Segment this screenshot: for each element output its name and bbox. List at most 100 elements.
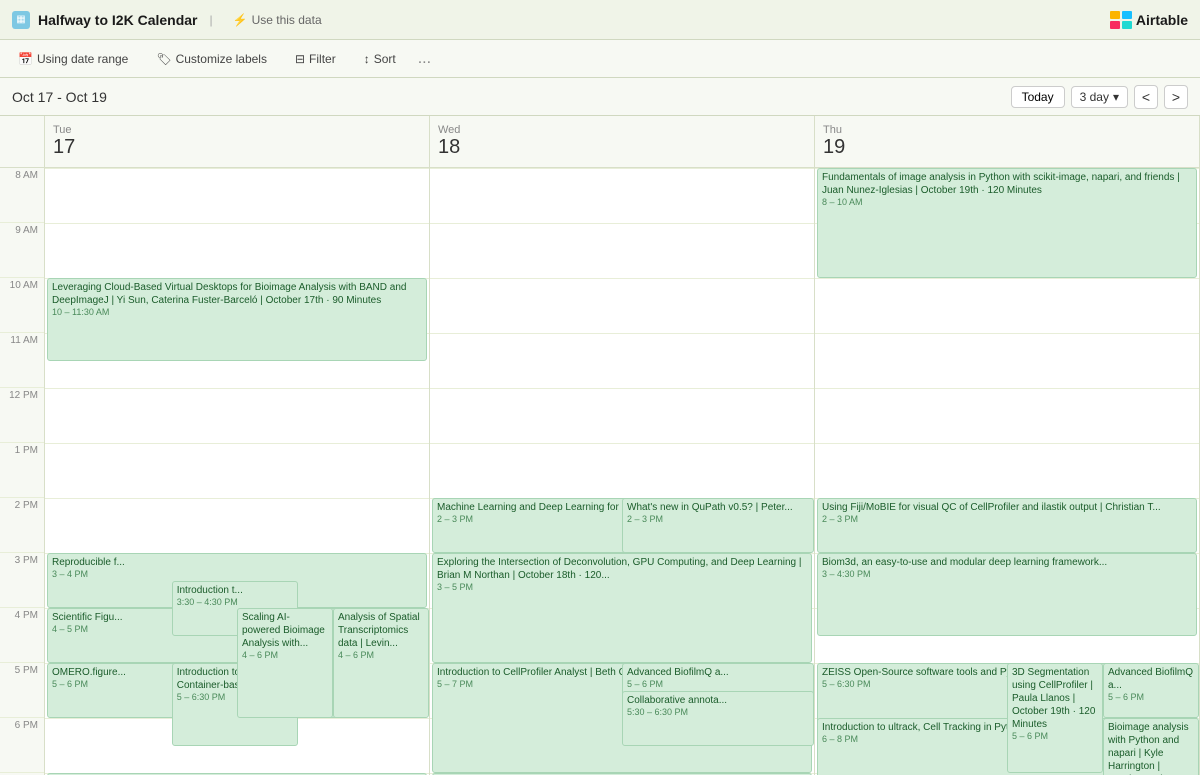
event-time: 4 – 6 PM: [338, 650, 424, 662]
day-name-thu: Thu: [823, 124, 842, 136]
time-slots: 8 AM9 AM10 AM11 AM12 PM1 PM2 PM3 PM4 PM5…: [0, 168, 44, 775]
airtable-logo-icon: [1110, 11, 1132, 29]
use-this-data-button[interactable]: ⚡ Use this data: [225, 9, 330, 31]
hour-line: [815, 443, 1199, 444]
calendar-event[interactable]: Scaling AI-powered Bioimage Analysis wit…: [237, 608, 333, 718]
time-slot: 9 AM: [0, 223, 44, 278]
calendar-event[interactable]: Advanced BiofilmQ a...5 – 6 PM: [1103, 663, 1199, 718]
day-num-thu: 19: [823, 136, 845, 159]
date-navigation: Oct 17 - Oct 19 Today 3 day ▾ < >: [0, 78, 1200, 116]
hour-line: [430, 223, 814, 224]
prev-button[interactable]: <: [1134, 85, 1158, 109]
event-title: Reproducible f...: [52, 556, 422, 569]
day-header-wed: Wed 18: [430, 116, 814, 168]
event-title: Biom3d, an easy-to-use and modular deep …: [822, 556, 1192, 569]
calendar-event[interactable]: Using Fiji/MoBIE for visual QC of CellPr…: [817, 498, 1197, 553]
hour-line: [430, 333, 814, 334]
event-time: 5 – 6 PM: [1012, 731, 1098, 743]
time-slot: 11 AM: [0, 333, 44, 388]
hour-line: [45, 388, 429, 389]
calendar-event[interactable]: Collaborative annota...5:30 – 6:30 PM: [622, 691, 814, 746]
day-num-tue: 17: [53, 136, 75, 159]
time-slot: 10 AM: [0, 278, 44, 333]
view-selector[interactable]: 3 day ▾: [1071, 86, 1128, 108]
event-time: 3 – 5 PM: [437, 582, 807, 594]
calendar-event[interactable]: Analysis of Spatial Transcriptomics data…: [333, 608, 429, 718]
event-time: 5 – 6 PM: [627, 679, 809, 691]
time-slot: 2 PM: [0, 498, 44, 553]
calendar-small-icon: 📅: [18, 52, 33, 66]
event-title: What's new in QuPath v0.5? | Peter...: [627, 501, 809, 514]
day-body-wed: napari-signal-selector: a plugin to inte…: [430, 168, 814, 775]
calendar-container: 8 AM9 AM10 AM11 AM12 PM1 PM2 PM3 PM4 PM5…: [0, 116, 1200, 775]
hour-line: [815, 333, 1199, 334]
event-title: Advanced BiofilmQ a...: [1108, 666, 1194, 692]
today-button[interactable]: Today: [1011, 86, 1065, 108]
hour-line: [45, 168, 429, 169]
calendar-event[interactable]: Biom3d, an easy-to-use and modular deep …: [817, 553, 1197, 636]
day-body-tue: Leveraging Cloud-Based Virtual Desktops …: [45, 168, 429, 775]
calendar-event[interactable]: Fundamentals of image analysis in Python…: [817, 168, 1197, 278]
hour-line: [815, 388, 1199, 389]
next-button[interactable]: >: [1164, 85, 1188, 109]
day-body-thu: Fundamentals of image analysis in Python…: [815, 168, 1199, 775]
calendar-event[interactable]: Exploring the Intersection of Deconvolut…: [432, 553, 812, 663]
day-column-wed: Wed 18 napari-signal-selector: a plugin …: [430, 116, 815, 775]
calendar-event[interactable]: What's new in QuPath v0.5? | Peter...2 –…: [622, 498, 814, 553]
event-time: 5 – 6 PM: [1108, 692, 1194, 704]
event-time: 4 – 6 PM: [242, 650, 328, 662]
hour-line: [45, 443, 429, 444]
filter-button[interactable]: ⊟ Filter: [289, 49, 342, 69]
nav-controls: Today 3 day ▾ < >: [1011, 85, 1188, 109]
event-title: Exploring the Intersection of Deconvolut…: [437, 556, 807, 582]
event-title: Analysis of Spatial Transcriptomics data…: [338, 611, 424, 650]
sort-icon: ↕: [364, 52, 370, 66]
event-time: 8 – 10 AM: [822, 197, 1192, 209]
time-slot: 1 PM: [0, 443, 44, 498]
day-name-wed: Wed: [438, 124, 460, 136]
day-column-tue: Tue 17 Leveraging Cloud-Based Virtual De…: [45, 116, 430, 775]
day-name-tue: Tue: [53, 124, 72, 136]
date-range-label: Oct 17 - Oct 19: [12, 89, 1011, 105]
app-title: Halfway to I2K Calendar: [38, 12, 198, 28]
day-header-thu: Thu 19: [815, 116, 1199, 168]
day-num-wed: 18: [438, 136, 460, 159]
event-title: Introduction t...: [177, 584, 294, 597]
event-title: 3D Segmentation using CellProfiler | Pau…: [1012, 666, 1098, 731]
time-column: 8 AM9 AM10 AM11 AM12 PM1 PM2 PM3 PM4 PM5…: [0, 116, 45, 775]
customize-labels-button[interactable]: 🏷 Customize labels: [150, 49, 273, 69]
days-container: Tue 17 Leveraging Cloud-Based Virtual De…: [45, 116, 1200, 775]
event-time: 5:30 – 6:30 PM: [627, 707, 809, 719]
app-header: ▦ Halfway to I2K Calendar | ⚡ Use this d…: [0, 0, 1200, 40]
lightning-icon: ⚡: [233, 13, 248, 27]
event-time: 3 – 4:30 PM: [822, 569, 1192, 581]
event-time: 3:30 – 4:30 PM: [177, 597, 294, 609]
title-area: ▦ Halfway to I2K Calendar | ⚡ Use this d…: [12, 9, 1110, 31]
chevron-down-icon: ▾: [1113, 90, 1119, 104]
more-options-button[interactable]: ...: [418, 50, 431, 68]
hour-line: [430, 278, 814, 279]
event-time: 3 – 4 PM: [52, 569, 422, 581]
event-time: 2 – 3 PM: [822, 514, 1192, 526]
time-slot: 8 AM: [0, 168, 44, 223]
event-title: Advanced BiofilmQ a...: [627, 666, 809, 679]
event-time: 2 – 3 PM: [627, 514, 809, 526]
calendar-app-icon: ▦: [12, 11, 30, 29]
calendar-event[interactable]: 3D Segmentation using CellProfiler | Pau…: [1007, 663, 1103, 773]
event-title: Scaling AI-powered Bioimage Analysis wit…: [242, 611, 328, 650]
hour-line: [430, 443, 814, 444]
calendar-event[interactable]: Bioimage analysis with Python and napari…: [1103, 718, 1199, 775]
using-date-range-button[interactable]: 📅 Using date range: [12, 49, 134, 69]
time-slot: 5 PM: [0, 663, 44, 718]
toolbar: 📅 Using date range 🏷 Customize labels ⊟ …: [0, 40, 1200, 78]
title-separator: |: [210, 13, 213, 27]
hour-line: [45, 498, 429, 499]
time-slot: 12 PM: [0, 388, 44, 443]
hour-line: [45, 223, 429, 224]
sort-button[interactable]: ↕ Sort: [358, 49, 402, 69]
calendar-event[interactable]: Leveraging Cloud-Based Virtual Desktops …: [47, 278, 427, 361]
event-title: Fundamentals of image analysis in Python…: [822, 171, 1192, 197]
airtable-logo: Airtable: [1110, 11, 1188, 29]
time-slot: 4 PM: [0, 608, 44, 663]
event-title: Bioimage analysis with Python and napari…: [1108, 721, 1194, 775]
